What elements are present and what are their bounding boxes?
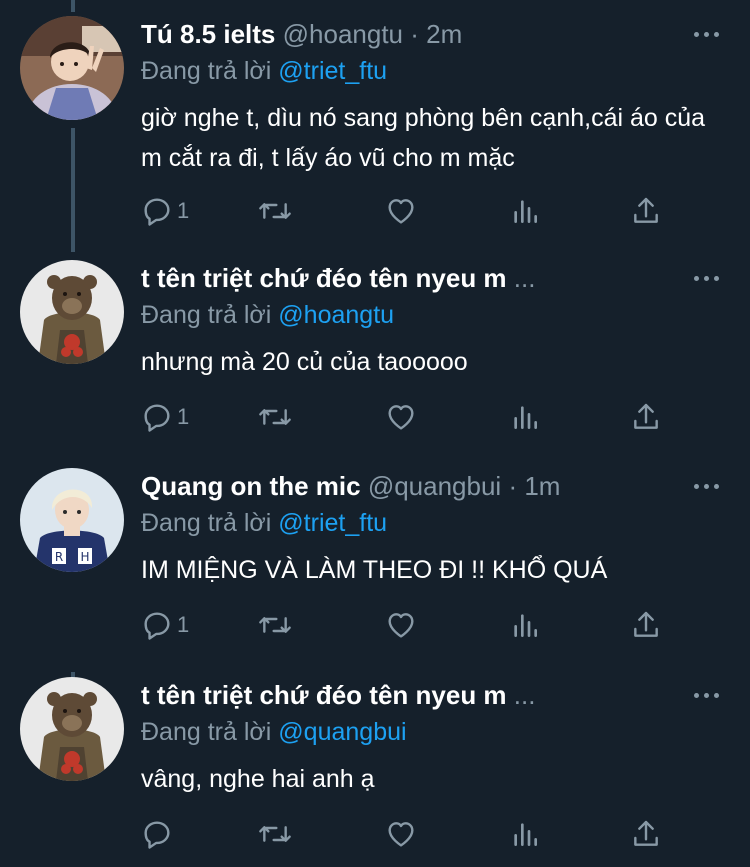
reply-icon: [144, 821, 170, 849]
analytics-icon: [514, 823, 538, 846]
thread-line: [71, 128, 75, 252]
heart-icon: [388, 199, 414, 224]
share-icon: [634, 197, 658, 223]
reply-count: 1: [177, 198, 190, 223]
heart-icon: [388, 405, 414, 430]
analytics-icon: [514, 614, 538, 637]
tweet-header: t tên triệt chứ đéo tên nyeu m ...: [141, 677, 535, 713]
tweet-header: Tú 8.5 ielts @hoangtu · 2m: [141, 16, 462, 52]
analytics-button[interactable]: [511, 397, 539, 437]
retweet-button[interactable]: [257, 814, 293, 854]
tweet-actions: 1: [141, 605, 681, 645]
reply-button[interactable]: 1: [141, 191, 189, 231]
thread-line: [71, 0, 75, 12]
replying-to: Đang trả lời @hoangtu: [141, 298, 394, 332]
display-name[interactable]: t tên triệt chứ đéo tên nyeu m: [141, 680, 507, 710]
tweet-actions: 1: [141, 397, 681, 437]
reply-icon: [144, 198, 170, 226]
share-button[interactable]: [631, 397, 661, 437]
avatar[interactable]: [20, 260, 124, 364]
retweet-icon: [259, 826, 291, 842]
replying-to-mention[interactable]: @triet_ftu: [278, 57, 387, 85]
svg-text:R: R: [55, 550, 63, 564]
more-options-icon[interactable]: [694, 16, 720, 52]
user-handle[interactable]: @quangbui: [368, 471, 501, 501]
profile-photo-icon: R H: [20, 468, 124, 572]
avatar[interactable]: [20, 16, 124, 120]
analytics-button[interactable]: [511, 191, 539, 231]
like-button[interactable]: [385, 605, 417, 645]
profile-photo-icon: [20, 260, 124, 364]
display-name[interactable]: Quang on the mic: [141, 471, 361, 501]
like-button[interactable]: [385, 814, 417, 854]
timestamp[interactable]: 2m: [426, 19, 462, 49]
retweet-icon: [259, 617, 291, 633]
reply-button[interactable]: 1: [141, 605, 189, 645]
share-button[interactable]: [631, 814, 661, 854]
retweet-button[interactable]: [257, 191, 293, 231]
tweet-text: vâng, nghe hai anh ạ: [141, 765, 375, 793]
replying-to: Đang trả lời @quangbui: [141, 715, 407, 749]
like-button[interactable]: [385, 191, 417, 231]
replying-to-label: Đang trả lời: [141, 509, 272, 537]
reply-button[interactable]: 1: [141, 397, 189, 437]
reply-icon: [144, 404, 170, 432]
analytics-button[interactable]: [511, 814, 539, 854]
reply-count: 1: [177, 612, 190, 637]
more-options-icon[interactable]: [694, 260, 720, 296]
tweet-text: IM MIỆNG VÀ LÀM THEO ĐI !! KHỔ QUÁ: [141, 556, 608, 584]
replying-to-mention[interactable]: @triet_ftu: [278, 509, 387, 537]
like-button[interactable]: [385, 397, 417, 437]
user-handle[interactable]: @hoangtu: [283, 19, 403, 49]
tweet-text: giờ nghe t, dìu nó sang phòng bên cạnh,c…: [141, 104, 706, 172]
tweet-actions: [141, 814, 681, 854]
replying-to-label: Đang trả lời: [141, 718, 272, 746]
display-name[interactable]: Tú 8.5 ielts: [141, 19, 275, 49]
name-truncation: ...: [513, 263, 536, 293]
tweet-header: t tên triệt chứ đéo tên nyeu m ...: [141, 260, 535, 296]
replying-to-mention[interactable]: @hoangtu: [278, 301, 394, 329]
profile-photo-icon: [20, 16, 124, 120]
share-button[interactable]: [631, 191, 661, 231]
profile-photo-icon: [20, 677, 124, 781]
display-name[interactable]: t tên triệt chứ đéo tên nyeu m: [141, 263, 507, 293]
share-icon: [634, 611, 658, 637]
analytics-button[interactable]: [511, 605, 539, 645]
analytics-icon: [514, 406, 538, 429]
replying-to: Đang trả lời @triet_ftu: [141, 506, 387, 540]
timestamp[interactable]: 1m: [524, 471, 560, 501]
svg-text:H: H: [80, 550, 89, 564]
replying-to-label: Đang trả lời: [141, 301, 272, 329]
avatar[interactable]: R H: [20, 468, 124, 572]
replying-to: Đang trả lời @triet_ftu: [141, 54, 387, 88]
heart-icon: [388, 613, 414, 638]
retweet-icon: [259, 409, 291, 425]
heart-icon: [388, 822, 414, 847]
retweet-button[interactable]: [257, 605, 293, 645]
replying-to-label: Đang trả lời: [141, 57, 272, 85]
reply-icon: [144, 612, 170, 640]
share-button[interactable]: [631, 605, 661, 645]
more-options-icon[interactable]: [694, 468, 720, 504]
separator-dot: ·: [410, 19, 419, 49]
tweet-actions: 1: [141, 191, 681, 231]
avatar[interactable]: [20, 677, 124, 781]
tweet-header: Quang on the mic @quangbui · 1m: [141, 468, 560, 504]
separator-dot: ·: [508, 471, 518, 501]
share-icon: [634, 820, 658, 846]
name-truncation: ...: [513, 680, 536, 710]
reply-count: 1: [177, 404, 190, 429]
retweet-button[interactable]: [257, 397, 293, 437]
more-options-icon[interactable]: [694, 677, 720, 713]
share-icon: [634, 403, 658, 429]
replying-to-mention[interactable]: @quangbui: [278, 718, 406, 746]
analytics-icon: [514, 200, 538, 223]
tweet-text: nhưng mà 20 củ của taooooo: [141, 348, 468, 376]
retweet-icon: [259, 203, 291, 219]
reply-button[interactable]: [141, 814, 177, 854]
